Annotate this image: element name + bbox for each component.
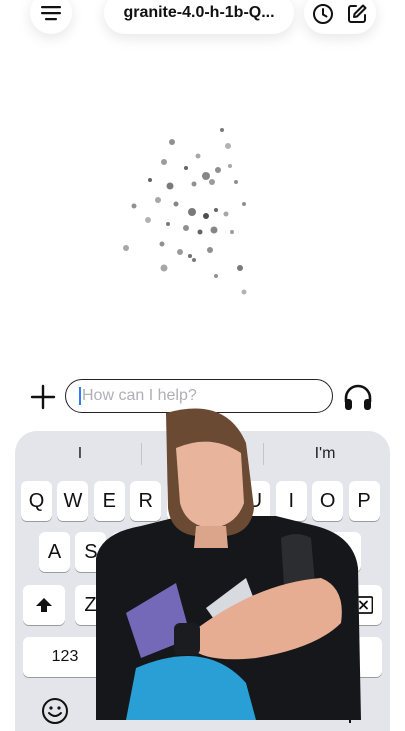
compose-icon[interactable] <box>346 3 368 25</box>
emoji-icon[interactable] <box>41 697 69 725</box>
text-caret <box>79 387 81 405</box>
presenter-video-overlay <box>96 408 361 720</box>
model-title: granite-4.0-h-1b-Q... <box>123 4 275 21</box>
shift-key[interactable] <box>23 585 65 625</box>
shift-icon <box>36 598 52 612</box>
message-placeholder: How can I help? <box>82 387 197 404</box>
menu-icon <box>41 6 61 21</box>
numbers-key[interactable]: 123 <box>23 637 107 677</box>
key-q[interactable]: Q <box>21 481 52 521</box>
header-actions <box>304 0 376 34</box>
top-bar: granite-4.0-h-1b-Q... <box>0 0 405 40</box>
voice-orb <box>123 128 247 295</box>
menu-button[interactable] <box>30 0 72 34</box>
numbers-key-label: 123 <box>51 648 79 665</box>
key-w[interactable]: W <box>57 481 89 521</box>
key-a[interactable]: A <box>39 532 70 572</box>
clock-icon[interactable] <box>312 3 334 25</box>
plus-icon[interactable] <box>30 384 56 410</box>
model-selector[interactable]: granite-4.0-h-1b-Q... <box>104 0 294 34</box>
